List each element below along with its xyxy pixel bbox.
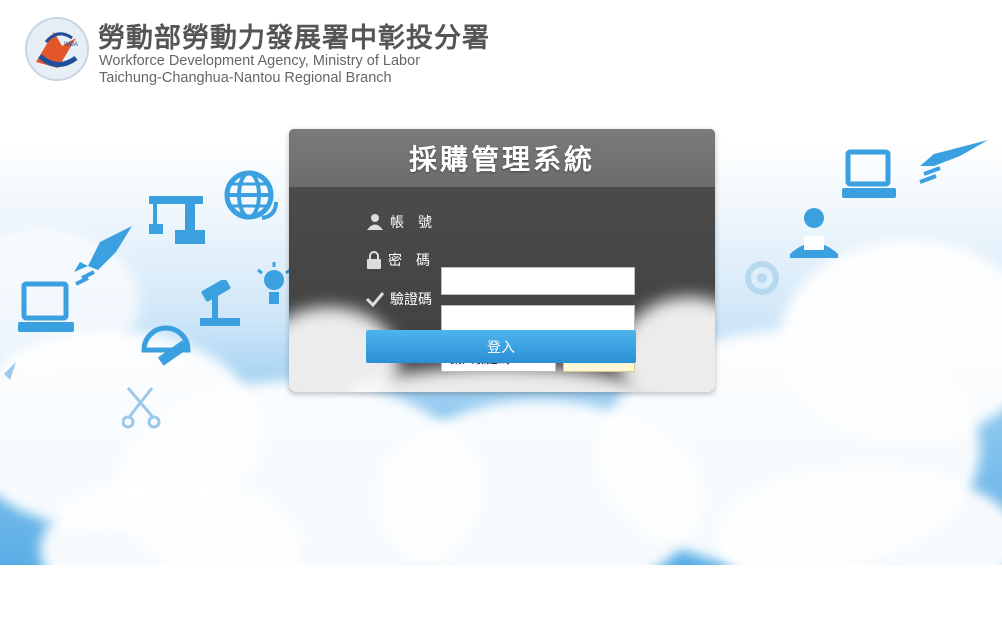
crane-icon <box>149 196 205 244</box>
logo-text: WDA <box>64 42 78 48</box>
password-label: 密 碼 <box>388 253 430 269</box>
scissors-icon <box>122 387 161 429</box>
laptop-icon <box>842 149 896 198</box>
user-icon <box>367 214 383 230</box>
captcha-label: 驗證碼 <box>390 292 432 308</box>
agency-title-english-line2: Taichung-Changhua-Nantou Regional Branch <box>99 70 392 86</box>
agency-title-english-line1: Workforce Development Agency, Ministry o… <box>99 53 421 69</box>
agency-logo-icon: WDA <box>25 17 89 81</box>
lightbulb-icon <box>257 262 291 304</box>
globe-icon <box>224 170 278 220</box>
password-input[interactable] <box>441 305 635 333</box>
gavel-icon <box>200 280 240 326</box>
password-label-group: 密 碼 <box>366 250 430 270</box>
rocket-icon <box>4 362 16 380</box>
protractor-ruler-icon <box>141 325 191 366</box>
agency-title-chinese: 勞動部勞動力發展署中彰投分署 <box>98 23 490 54</box>
login-panel: 採購管理系統 帳 號 密 碼 驗證碼 請入驗證碼 Y <box>289 129 715 392</box>
account-label-group: 帳 號 <box>366 212 432 232</box>
account-input[interactable] <box>441 267 635 295</box>
gear-icon <box>745 261 779 295</box>
laptop-icon <box>18 281 74 332</box>
airplane-icon <box>919 140 988 184</box>
lock-icon <box>367 251 381 269</box>
reader-person-icon <box>790 208 838 258</box>
account-label: 帳 號 <box>390 215 432 231</box>
rocket-icon <box>74 226 132 286</box>
login-button[interactable]: 登入 <box>366 330 636 363</box>
checkmark-icon <box>366 292 384 307</box>
panel-title: 採購管理系統 <box>289 129 715 187</box>
captcha-label-group: 驗證碼 <box>366 289 432 309</box>
